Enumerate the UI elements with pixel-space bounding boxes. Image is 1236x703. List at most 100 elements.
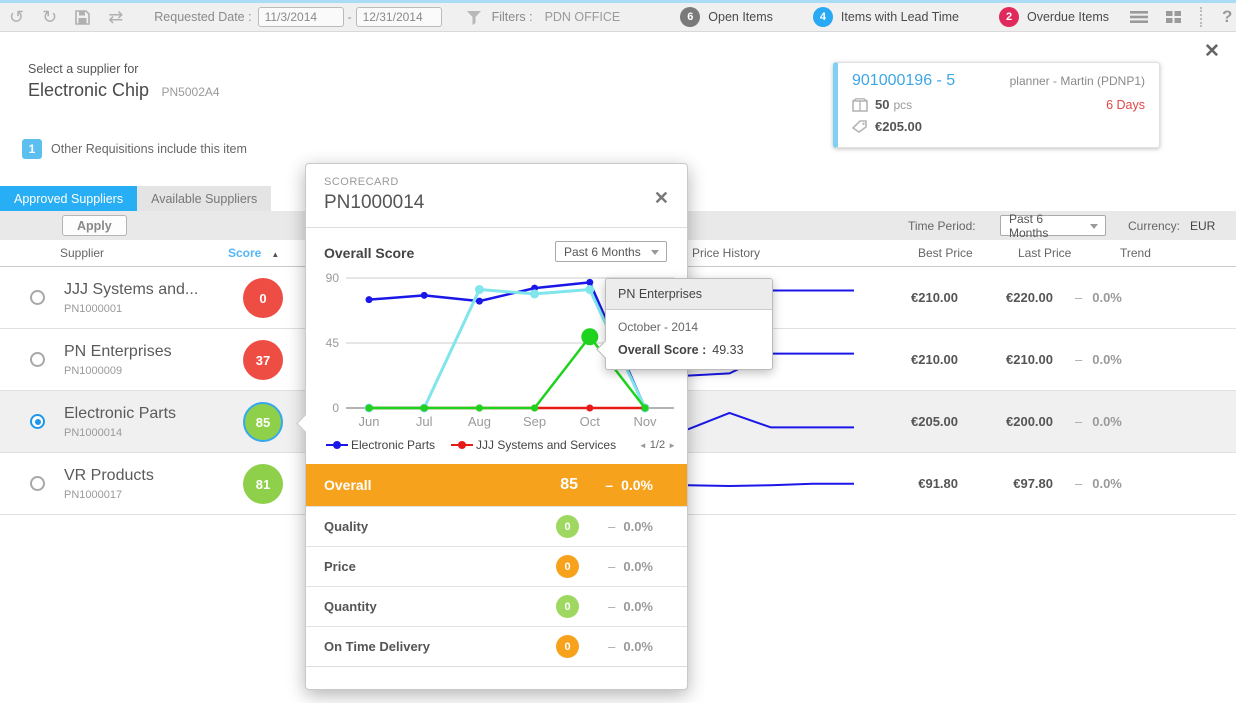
- supplier-name: JJJ Systems and...: [64, 281, 198, 299]
- overall-value: 85: [546, 476, 578, 494]
- kpi-trend-dash: –: [608, 599, 615, 614]
- col-score-sort[interactable]: Score▲: [228, 246, 279, 260]
- save-icon[interactable]: [75, 10, 90, 25]
- quantity-value: 50: [875, 97, 889, 112]
- trend-value: 0.0%: [1092, 414, 1122, 429]
- supplier-radio[interactable]: [30, 290, 45, 305]
- scorecard-time-period-value: Past 6 Months: [564, 245, 641, 259]
- supplier-radio[interactable]: [30, 352, 45, 367]
- kpi-trend-value: 0.0%: [623, 599, 653, 614]
- kpi-score-badge: 0: [556, 515, 579, 538]
- legend-item: JJJ Systems and Services: [451, 438, 616, 452]
- svg-text:Aug: Aug: [468, 414, 491, 429]
- col-price-history: Price History: [692, 246, 760, 260]
- lead-time-value: 6 Days: [1106, 98, 1145, 112]
- requested-date-label: Requested Date :: [154, 10, 251, 24]
- top-toolbar: ↺ ↻ ⇄ Requested Date : - Filters : PDN O…: [0, 0, 1236, 32]
- page-title: Electronic Chip: [28, 80, 149, 100]
- supplier-radio-selected[interactable]: [30, 414, 45, 429]
- overdue-items-label: Overdue Items: [1027, 10, 1109, 24]
- tab-approved-suppliers[interactable]: Approved Suppliers: [0, 186, 137, 211]
- filters-value[interactable]: PDN OFFICE: [545, 10, 621, 24]
- price-history-sparkline: [685, 461, 857, 507]
- tooltip-title: PN Enterprises: [606, 279, 772, 310]
- kpi-row-quality: Quality 0 –0.0%: [306, 506, 687, 546]
- legend-page-indicator: 1/2: [650, 439, 665, 451]
- open-items-label: Open Items: [708, 10, 773, 24]
- supplier-name: PN Enterprises: [64, 343, 172, 361]
- redo-icon[interactable]: ↻: [42, 8, 57, 26]
- scorecard-eyebrow: SCORECARD: [324, 176, 399, 188]
- planner-label: planner - Martin (PDNP1): [1010, 74, 1145, 88]
- overall-score-title: Overall Score: [324, 245, 414, 261]
- svg-text:Jun: Jun: [359, 414, 380, 429]
- kpi-trend-value: 0.0%: [623, 639, 653, 654]
- transfer-icon[interactable]: ⇄: [108, 8, 123, 26]
- supplier-part-number: PN1000001: [64, 303, 122, 315]
- col-best-price: Best Price: [918, 246, 973, 260]
- legend-next-icon[interactable]: ►: [668, 441, 676, 450]
- kpi-row-price: Price 0 –0.0%: [306, 546, 687, 586]
- quantity-unit: pcs: [893, 98, 912, 112]
- tooltip-score-value: 49.33: [712, 343, 743, 357]
- supplier-radio[interactable]: [30, 476, 45, 491]
- requisition-card[interactable]: 901000196 - 5 planner - Martin (PDNP1) 5…: [833, 62, 1160, 148]
- trend-dash: –: [1075, 290, 1082, 305]
- date-to-input[interactable]: [356, 7, 442, 27]
- best-price-value: €205.00: [880, 414, 958, 429]
- list-view-icon[interactable]: [1130, 11, 1148, 23]
- package-icon: [852, 98, 868, 112]
- trend-value: 0.0%: [1092, 352, 1122, 367]
- scorecard-time-period-select[interactable]: Past 6 Months: [555, 241, 667, 262]
- svg-text:Sep: Sep: [523, 414, 546, 429]
- kpi-score-badge: 0: [556, 555, 579, 578]
- overdue-items-badge[interactable]: 2 Overdue Items: [987, 3, 1121, 31]
- kpi-score-badge: 0: [556, 635, 579, 658]
- currency-value: EUR: [1190, 219, 1215, 233]
- score-badge[interactable]: 0: [243, 278, 283, 318]
- overall-score-row: Overall 85 –0.0%: [306, 464, 687, 506]
- kpi-row-on-time-delivery: On Time Delivery 0 –0.0%: [306, 626, 687, 666]
- scorecard-subject: PN1000014: [324, 192, 424, 214]
- scorecard-close-icon[interactable]: ✕: [654, 188, 669, 209]
- supplier-name: VR Products: [64, 467, 154, 485]
- kpi-trend-value: 0.0%: [623, 519, 653, 534]
- score-badge[interactable]: 85: [243, 402, 283, 442]
- supplier-part-number: PN1000009: [64, 365, 122, 377]
- filters-label: Filters :: [492, 10, 533, 24]
- kpi-label: Price: [324, 559, 356, 574]
- price-tag-icon: [852, 120, 868, 133]
- overall-trend-dash: –: [605, 477, 613, 493]
- scorecard-popup: SCORECARD PN1000014 ✕ Overall Score Past…: [305, 163, 688, 690]
- dotted-divider: [1200, 7, 1202, 27]
- trend-dash: –: [1075, 352, 1082, 367]
- tooltip-score-label: Overall Score :: [618, 343, 706, 357]
- filter-funnel-icon[interactable]: [466, 10, 482, 25]
- other-requisitions-count-badge[interactable]: 1: [22, 139, 42, 159]
- score-badge[interactable]: 37: [243, 340, 283, 380]
- help-icon[interactable]: ?: [1222, 7, 1232, 27]
- svg-text:Oct: Oct: [580, 414, 601, 429]
- page-close-icon[interactable]: ✕: [1204, 40, 1220, 63]
- time-period-select[interactable]: Past 6 Months: [1000, 215, 1106, 236]
- legend-prev-icon[interactable]: ◄: [639, 441, 647, 450]
- supplier-name: Electronic Parts: [64, 405, 176, 423]
- requisition-id-link[interactable]: 901000196 - 5: [852, 72, 955, 90]
- lead-time-items-badge[interactable]: 4 Items with Lead Time: [801, 3, 971, 31]
- grid-view-icon[interactable]: [1166, 11, 1181, 23]
- best-price-value: €91.80: [880, 476, 958, 491]
- date-from-input[interactable]: [258, 7, 344, 27]
- undo-icon[interactable]: ↺: [9, 8, 24, 26]
- score-badge[interactable]: 81: [243, 464, 283, 504]
- currency-label: Currency:: [1128, 219, 1180, 233]
- lead-time-items-count: 4: [813, 7, 833, 27]
- open-items-badge[interactable]: 6 Open Items: [668, 3, 785, 31]
- apply-button[interactable]: Apply: [62, 215, 127, 236]
- supplier-selection-page: ↺ ↻ ⇄ Requested Date : - Filters : PDN O…: [0, 0, 1236, 703]
- kpi-trend-dash: –: [608, 519, 615, 534]
- page-part-number: PN5002A4: [162, 85, 220, 99]
- supplier-tabs: Approved Suppliers Available Suppliers: [0, 186, 271, 211]
- tab-available-suppliers[interactable]: Available Suppliers: [137, 186, 271, 211]
- sort-ascending-icon: ▲: [271, 250, 279, 259]
- chart-legend: Electronic PartsJJJ Systems and Services…: [326, 438, 676, 452]
